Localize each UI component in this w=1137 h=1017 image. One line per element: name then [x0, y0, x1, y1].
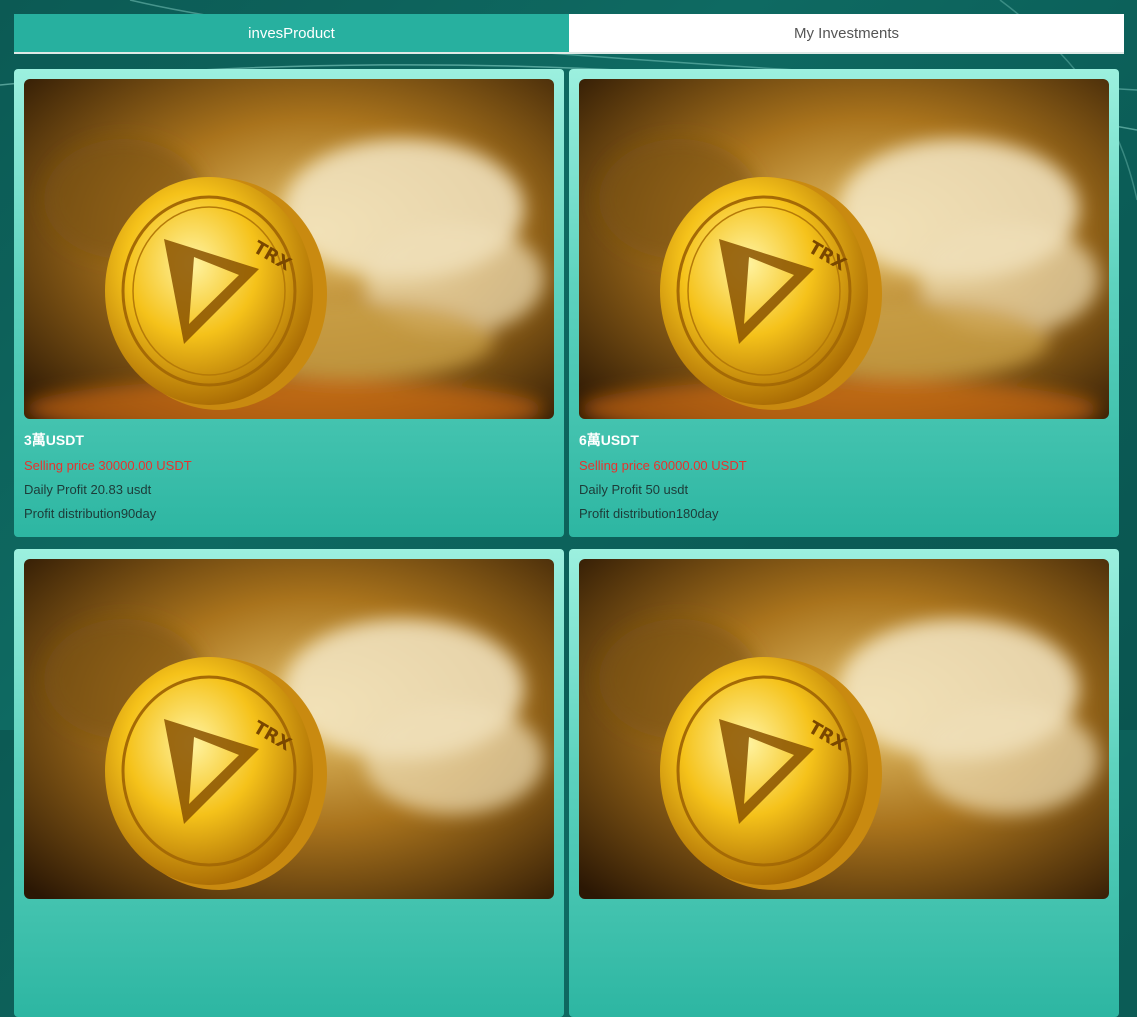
- product-card[interactable]: TRX: [569, 549, 1119, 1017]
- tab-my-investments[interactable]: My Investments: [569, 14, 1124, 52]
- profit-distribution: Profit distribution90day: [24, 506, 157, 521]
- selling-price: Selling price 30000.00 USDT: [24, 458, 192, 473]
- daily-profit: Daily Profit 50 usdt: [579, 482, 689, 497]
- trx-coin-image: TRX: [579, 79, 1109, 419]
- profit-distribution: Profit distribution180day: [579, 506, 719, 521]
- product-card[interactable]: TRX: [14, 549, 564, 1017]
- product-grid: TRX 3萬USDT Selling price 30000.00 USDT D…: [14, 69, 1119, 1017]
- product-title: 6萬USDT: [579, 432, 639, 448]
- trx-coin-image: TRX: [24, 559, 554, 899]
- trx-coin-image: TRX: [579, 559, 1109, 899]
- product-card[interactable]: TRX 3萬USDT Selling price 30000.00 USDT D…: [14, 69, 564, 537]
- product-title: 3萬USDT: [24, 432, 84, 448]
- selling-price: Selling price 60000.00 USDT: [579, 458, 747, 473]
- tab-bar: invesProduct My Investments: [14, 14, 1124, 54]
- tab-inves-product[interactable]: invesProduct: [14, 14, 569, 52]
- product-card[interactable]: TRX 6萬USDT Selling price 60000.00 USDT D…: [569, 69, 1119, 537]
- daily-profit: Daily Profit 20.83 usdt: [24, 482, 152, 497]
- trx-coin-image: TRX: [24, 79, 554, 419]
